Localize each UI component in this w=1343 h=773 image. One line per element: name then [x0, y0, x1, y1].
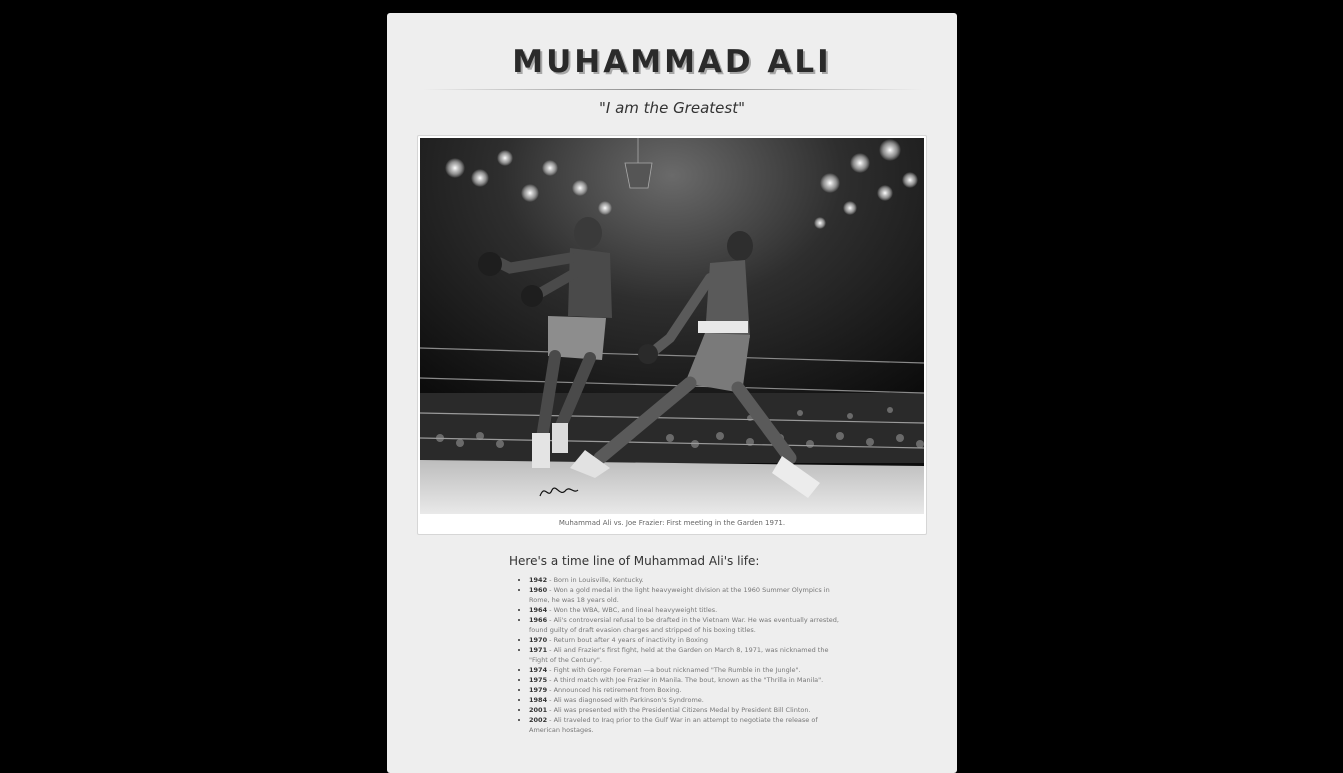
timeline-year: 1974 [529, 666, 548, 674]
timeline-year: 2002 [529, 716, 548, 724]
timeline-text: - Ali traveled to Iraq prior to the Gulf… [529, 716, 818, 734]
timeline-item: 2001 - Ali was presented with the Presid… [529, 705, 839, 715]
tribute-card: MUHAMMAD ALI "I am the Greatest" Muhamma… [387, 13, 957, 773]
photo-caption: Muhammad Ali vs. Joe Frazier: First meet… [558, 519, 786, 527]
title-divider [422, 89, 922, 90]
timeline-item: 1942 - Born in Louisville, Kentucky. [529, 575, 839, 585]
timeline-item: 1979 - Announced his retirement from Box… [529, 685, 839, 695]
timeline-year: 1971 [529, 646, 548, 654]
timeline-year: 1984 [529, 696, 548, 704]
timeline-item: 1975 - A third match with Joe Frazier in… [529, 675, 839, 685]
timeline-text: - A third match with Joe Frazier in Mani… [547, 676, 824, 684]
timeline-text: - Won the WBA, WBC, and lineal heavyweig… [547, 606, 718, 614]
timeline-text: - Born in Louisville, Kentucky. [547, 576, 644, 584]
timeline-year: 1970 [529, 636, 548, 644]
timeline-item: 1964 - Won the WBA, WBC, and lineal heav… [529, 605, 839, 615]
timeline-item: 1966 - Ali's controversial refusal to be… [529, 615, 839, 635]
timeline-year: 2001 [529, 706, 548, 714]
page-title: MUHAMMAD ALI [512, 44, 832, 80]
photo-figure: Muhammad Ali vs. Joe Frazier: First meet… [417, 135, 927, 535]
timeline-text: - Announced his retirement from Boxing. [547, 686, 682, 694]
timeline-year: 1966 [529, 616, 548, 624]
boxing-photo [420, 138, 924, 514]
timeline-text: - Ali's controversial refusal to be draf… [529, 616, 839, 634]
timeline-item: 1974 - Fight with George Foreman —a bout… [529, 665, 839, 675]
timeline-text: - Won a gold medal in the light heavywei… [529, 586, 830, 604]
timeline-text: - Fight with George Foreman —a bout nick… [547, 666, 801, 674]
timeline-text: - Ali was presented with the Presidentia… [547, 706, 811, 714]
timeline-item: 1984 - Ali was diagnosed with Parkinson'… [529, 695, 839, 705]
timeline-text: - Return bout after 4 years of inactivit… [547, 636, 709, 644]
timeline-year: 1979 [529, 686, 548, 694]
timeline-year: 1964 [529, 606, 548, 614]
timeline-item: 1960 - Won a gold medal in the light hea… [529, 585, 839, 605]
timeline-text: - Ali was diagnosed with Parkinson's Syn… [547, 696, 704, 704]
timeline-year: 1975 [529, 676, 548, 684]
tagline-quote: "I am the Greatest" [599, 99, 745, 117]
timeline-item: 2002 - Ali traveled to Iraq prior to the… [529, 715, 839, 735]
timeline-year: 1960 [529, 586, 548, 594]
timeline-heading: Here's a time line of Muhammad Ali's lif… [509, 554, 760, 568]
timeline-text: - Ali and Frazier's first fight, held at… [529, 646, 829, 664]
timeline-section: Here's a time line of Muhammad Ali's lif… [509, 553, 839, 735]
timeline-list: 1942 - Born in Louisville, Kentucky. 196… [509, 575, 839, 735]
boxing-photo-illustration [420, 138, 924, 514]
timeline-item: 1971 - Ali and Frazier's first fight, he… [529, 645, 839, 665]
timeline-year: 1942 [529, 576, 548, 584]
timeline-item: 1970 - Return bout after 4 years of inac… [529, 635, 839, 645]
